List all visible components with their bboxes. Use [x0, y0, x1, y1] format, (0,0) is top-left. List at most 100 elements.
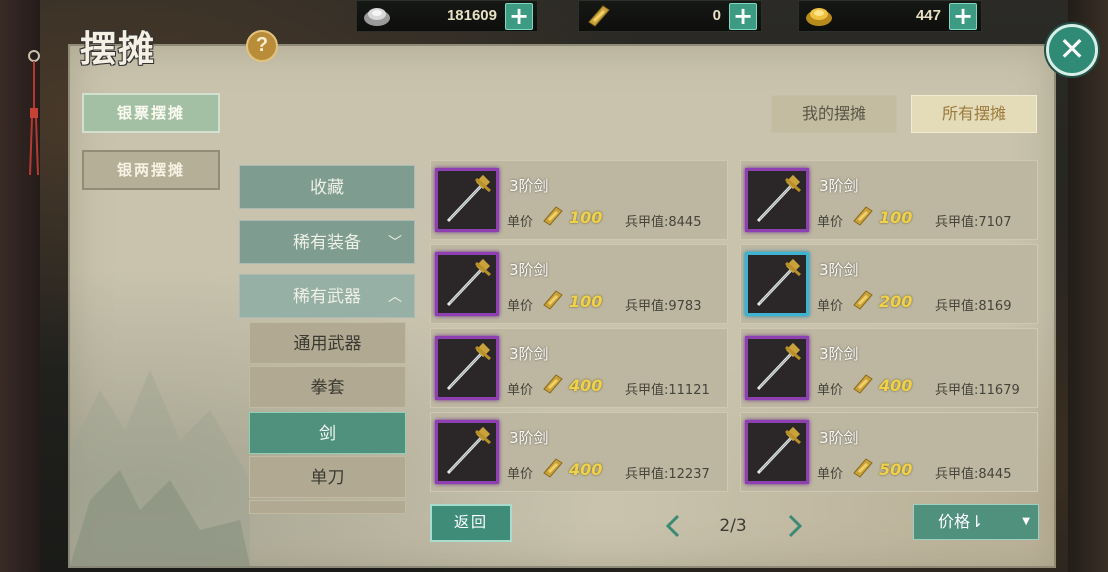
item-card[interactable]: 3阶剑单价 400 兵甲值:11121: [430, 328, 728, 408]
item-name: 3阶剑: [819, 429, 859, 447]
item-price: 200: [879, 292, 913, 311]
tab-all-stalls[interactable]: 所有摆摊: [911, 95, 1037, 133]
currency-silver: 181609 +: [356, 0, 538, 32]
price-label: 单价: [817, 383, 844, 398]
gold-bar-icon: [853, 458, 873, 478]
page-indicator: 2/3: [719, 516, 747, 536]
sword-icon[interactable]: [745, 252, 809, 316]
gold-ingot-icon: [806, 8, 832, 26]
sword-icon[interactable]: [435, 336, 499, 400]
item-card[interactable]: 3阶剑单价 500 兵甲值:8445: [740, 412, 1038, 492]
silver-ingot-icon: [364, 8, 390, 26]
item-card[interactable]: 3阶剑单价 400 兵甲值:11679: [740, 328, 1038, 408]
add-silver-button[interactable]: +: [505, 3, 533, 30]
chevron-up-icon: ︿: [388, 289, 402, 305]
chevron-down-icon: ﹀: [388, 235, 402, 251]
item-name: 3阶剑: [819, 345, 859, 363]
item-armor-value: 兵甲值:8445: [935, 467, 1012, 482]
category-label: 稀有装备: [293, 233, 361, 253]
item-armor-value: 兵甲值:12237: [625, 467, 710, 482]
item-card[interactable]: 3阶剑单价 100 兵甲值:9783: [430, 244, 728, 324]
game-background-right: [1068, 0, 1108, 572]
item-name: 3阶剑: [509, 345, 549, 363]
currency-amount: 0: [712, 7, 721, 24]
subcategory-gauntlets[interactable]: 拳套: [249, 366, 406, 408]
item-armor-value: 兵甲值:11679: [935, 383, 1020, 398]
item-armor-value: 兵甲值:8445: [625, 215, 702, 230]
price-label: 单价: [817, 299, 844, 314]
item-name: 3阶剑: [509, 261, 549, 279]
tassel-ornament-icon: [28, 50, 40, 176]
sword-icon[interactable]: [745, 420, 809, 484]
page-title: 摆摊: [80, 28, 157, 70]
arrow-right-icon: [788, 514, 803, 538]
currency-amount: 447: [915, 7, 941, 24]
price-label: 单价: [507, 215, 534, 230]
currency-gold-ingot: 447 +: [798, 0, 982, 32]
subcategory-general-weapons[interactable]: 通用武器: [249, 322, 406, 364]
item-price: 500: [879, 460, 913, 479]
gold-bar-icon: [853, 206, 873, 226]
currency-amount: 181609: [446, 7, 497, 24]
gold-bar-icon: [543, 458, 563, 478]
close-button[interactable]: ✕: [1046, 24, 1098, 76]
item-armor-value: 兵甲值:9783: [625, 299, 702, 314]
item-armor-value: 兵甲值:11121: [625, 383, 710, 398]
gold-bar-icon: [588, 5, 610, 27]
subcategory-sword[interactable]: 剑: [249, 412, 406, 454]
sword-icon[interactable]: [435, 420, 499, 484]
page-prev-button[interactable]: [660, 512, 688, 540]
category-favorites[interactable]: 收藏: [239, 165, 415, 209]
item-armor-value: 兵甲值:8169: [935, 299, 1012, 314]
item-price: 400: [569, 376, 603, 395]
item-name: 3阶剑: [819, 177, 859, 195]
price-label: 单价: [507, 383, 534, 398]
add-gold-ingot-button[interactable]: +: [949, 3, 977, 30]
item-price: 400: [569, 460, 603, 479]
help-button[interactable]: ?: [246, 30, 278, 62]
gold-bar-icon: [543, 290, 563, 310]
price-label: 单价: [817, 215, 844, 230]
dropdown-caret-icon: ▼: [1022, 516, 1030, 527]
item-price: 400: [879, 376, 913, 395]
category-rare-equipment[interactable]: 稀有装备 ﹀: [239, 220, 415, 264]
price-label: 单价: [507, 467, 534, 482]
item-name: 3阶剑: [819, 261, 859, 279]
gold-bar-icon: [543, 374, 563, 394]
add-gold-bar-button[interactable]: +: [729, 3, 757, 30]
arrow-left-icon: [665, 514, 680, 538]
sword-icon[interactable]: [745, 336, 809, 400]
page-next-button[interactable]: [780, 512, 808, 540]
item-card[interactable]: 3阶剑单价 100 兵甲值:7107: [740, 160, 1038, 240]
tab-banknote-stall[interactable]: 银票摆摊: [82, 93, 220, 133]
back-button[interactable]: 返回: [430, 504, 512, 542]
item-name: 3阶剑: [509, 429, 549, 447]
tab-silver-stall[interactable]: 银两摆摊: [82, 150, 220, 190]
category-rare-weapons[interactable]: 稀有武器 ︿: [239, 274, 415, 318]
category-label: 稀有武器: [293, 287, 361, 307]
item-armor-value: 兵甲值:7107: [935, 215, 1012, 230]
price-label: 单价: [507, 299, 534, 314]
sword-icon[interactable]: [745, 168, 809, 232]
subcategory-more[interactable]: [249, 500, 406, 514]
item-grid: 3阶剑 单价 100 兵甲值:8445 3阶剑 单价 100 兵甲值:7107 3阶剑 单价 100…: [430, 160, 1040, 492]
item-price: 100: [879, 208, 913, 227]
sort-price-button[interactable]: 价格⇂ ▼: [913, 504, 1039, 540]
gold-bar-icon: [543, 206, 563, 226]
sword-icon[interactable]: [435, 168, 499, 232]
currency-gold-bar: 0 +: [578, 0, 762, 32]
price-label: 单价: [817, 467, 844, 482]
sort-label: 价格⇂: [938, 512, 984, 531]
item-price: 100: [569, 292, 603, 311]
gold-bar-icon: [853, 290, 873, 310]
item-name: 3阶剑: [509, 177, 549, 195]
category-label: 收藏: [310, 178, 344, 198]
item-card[interactable]: 3阶剑 单价 100 兵甲值:8445: [430, 160, 728, 240]
tab-my-stall[interactable]: 我的摆摊: [771, 95, 897, 133]
item-card[interactable]: 3阶剑单价 200 兵甲值:8169: [740, 244, 1038, 324]
mountain-decoration: [70, 370, 250, 566]
subcategory-saber[interactable]: 单刀: [249, 456, 406, 498]
gold-bar-icon: [853, 374, 873, 394]
item-card[interactable]: 3阶剑单价 400 兵甲值:12237: [430, 412, 728, 492]
sword-icon[interactable]: [435, 252, 499, 316]
